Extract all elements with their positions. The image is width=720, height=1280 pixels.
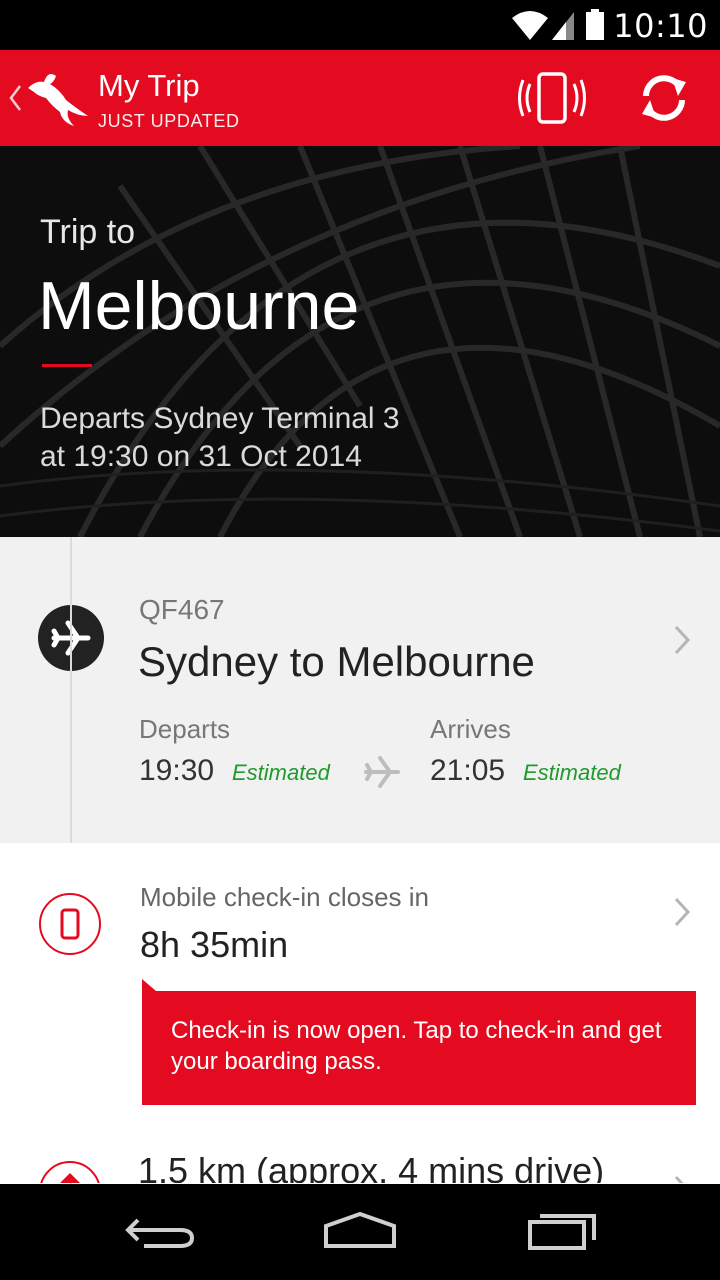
vibrate-phone-icon[interactable] — [518, 70, 586, 126]
departs-time: 19:30 — [139, 754, 215, 787]
trip-hero: Trip to Melbourne Departs Sydney Termina… — [0, 146, 720, 537]
airplane-small-icon — [364, 756, 400, 788]
flight-card[interactable]: QF467 Sydney to Melbourne Departs 19:30 … — [0, 537, 720, 843]
signal-icon — [552, 12, 574, 40]
back-chevron-icon[interactable] — [6, 80, 24, 116]
kangaroo-logo-icon — [28, 74, 88, 126]
destination-title: Melbourne — [38, 268, 360, 344]
flight-number: QF467 — [139, 594, 225, 625]
departs-status: Estimated — [232, 760, 330, 785]
back-nav-icon[interactable] — [120, 1208, 200, 1256]
arrives-status: Estimated — [523, 760, 621, 785]
drive-timeline-node — [39, 1161, 101, 1183]
flight-route: Sydney to Melbourne — [138, 638, 535, 685]
checkin-timeline-node — [39, 893, 101, 955]
checkin-time-left: 8h 35min — [140, 924, 289, 965]
status-icons — [512, 9, 604, 40]
mobile-phone-icon — [60, 908, 80, 940]
refresh-icon[interactable] — [636, 72, 692, 124]
departure-line-2: at 19:30 on 31 Oct 2014 — [40, 440, 362, 473]
chevron-right-icon — [674, 1175, 684, 1183]
chevron-right-icon — [674, 625, 691, 655]
trip-to-label: Trip to — [40, 213, 136, 251]
arrives-label: Arrives — [430, 714, 511, 744]
chevron-right-icon — [674, 897, 691, 927]
app-subtitle: JUST UPDATED — [98, 111, 240, 131]
arrives-time: 21:05 — [430, 754, 506, 787]
checkin-open-banner[interactable]: Check-in is now open. Tap to check-in an… — [142, 991, 696, 1105]
accent-underline — [42, 364, 92, 367]
banner-notch — [142, 979, 156, 991]
app-bar: My Trip JUST UPDATED — [0, 50, 720, 146]
departs-label: Departs — [139, 714, 231, 744]
wifi-icon — [512, 11, 548, 40]
departure-line-1: Departs Sydney Terminal 3 — [40, 402, 400, 435]
checkin-banner-text: Check-in is now open. Tap to check-in an… — [171, 1017, 662, 1075]
departure-info: Departs Sydney Terminal 3 at 19:30 on 31… — [40, 400, 400, 476]
battery-icon — [586, 9, 604, 40]
home-nav-icon[interactable] — [320, 1208, 400, 1256]
checkin-section[interactable]: Mobile check-in closes in 8h 35min Check… — [0, 843, 720, 1183]
recents-nav-icon[interactable] — [522, 1208, 602, 1256]
system-nav-bar — [0, 1184, 720, 1280]
checkin-label: Mobile check-in closes in — [140, 882, 430, 912]
directions-icon — [60, 1173, 80, 1183]
app-title: My Trip — [98, 68, 200, 103]
status-time: 10:10 — [613, 7, 708, 45]
status-bar: 10:10 — [0, 0, 720, 50]
drive-distance: 1.5 km (approx. 4 mins drive) — [138, 1150, 605, 1183]
